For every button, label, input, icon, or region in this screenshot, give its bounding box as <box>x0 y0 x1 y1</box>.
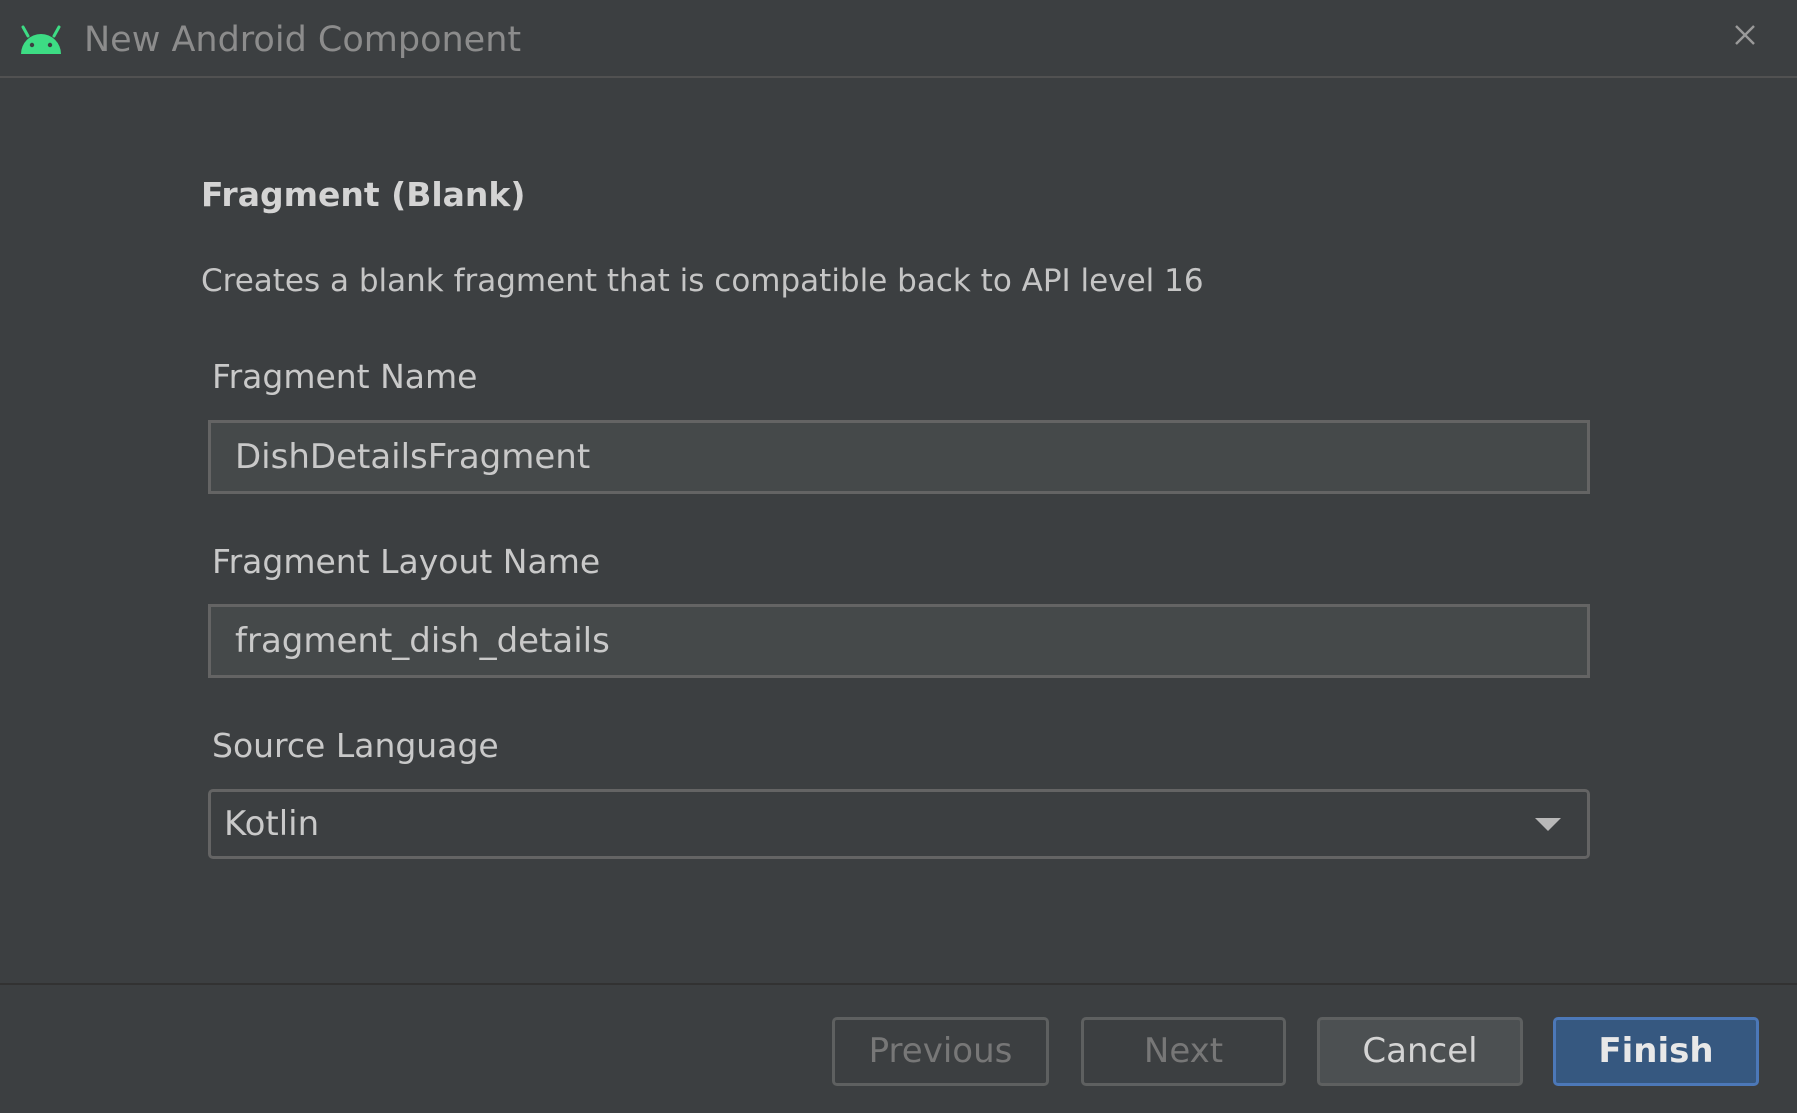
source-language-select[interactable]: Kotlin <box>208 789 1590 859</box>
cancel-button[interactable]: Cancel <box>1317 1017 1523 1086</box>
fragment-layout-name-label: Fragment Layout Name <box>212 542 601 581</box>
template-description: Creates a blank fragment that is compati… <box>201 263 1204 299</box>
next-button[interactable]: Next <box>1081 1017 1286 1086</box>
chevron-down-icon <box>1535 818 1561 831</box>
fragment-name-input[interactable]: DishDetailsFragment <box>208 420 1590 494</box>
android-icon <box>21 25 61 54</box>
fragment-name-label: Fragment Name <box>212 357 478 396</box>
fragment-layout-name-input[interactable]: fragment_dish_details <box>208 604 1590 678</box>
template-heading: Fragment (Blank) <box>201 175 526 214</box>
footer-divider <box>0 983 1797 985</box>
source-language-value: Kotlin <box>224 804 320 844</box>
new-android-component-dialog: New Android Component Fragment (Blank) C… <box>0 0 1797 1113</box>
source-language-label: Source Language <box>212 726 499 765</box>
title-bar: New Android Component <box>0 0 1797 78</box>
window-title: New Android Component <box>84 20 522 60</box>
previous-button[interactable]: Previous <box>832 1017 1049 1086</box>
finish-button[interactable]: Finish <box>1553 1017 1759 1086</box>
close-icon[interactable] <box>1727 17 1763 53</box>
